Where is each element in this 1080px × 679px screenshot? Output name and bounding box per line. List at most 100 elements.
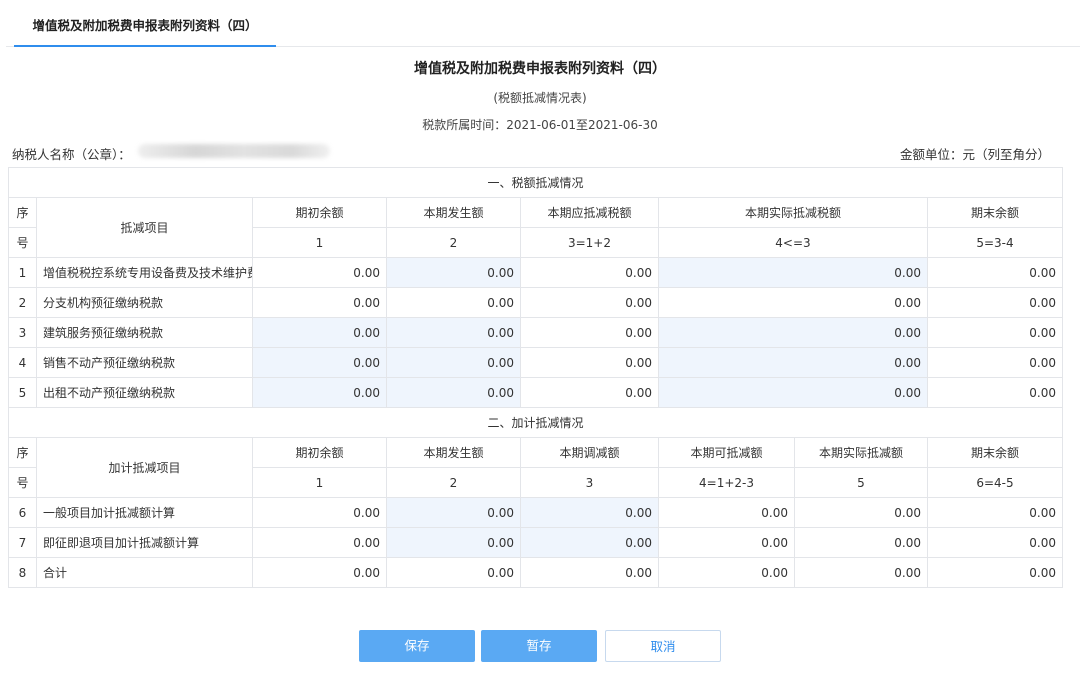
col-header: 本期可抵减额 <box>658 437 795 468</box>
col-formula: 1 <box>252 467 387 498</box>
col-header: 本期发生额 <box>386 197 521 228</box>
col-formula: 4=1+2-3 <box>658 467 795 498</box>
cell-input[interactable]: 0.00 <box>658 347 928 378</box>
temp-save-button[interactable]: 暂存 <box>481 630 597 662</box>
cell-value: 0.00 <box>926 317 1064 348</box>
cell-value: 0.00 <box>926 557 1064 588</box>
section2-title: 二、加计抵减情况 <box>7 407 1064 438</box>
cell-input[interactable]: 0.00 <box>520 527 659 558</box>
cell-value: 0.00 <box>520 257 659 288</box>
cell-input[interactable]: 0.00 <box>386 497 521 528</box>
col-formula: 3 <box>520 467 659 498</box>
table-row: 8 合计 0.00 0.00 0.00 0.00 0.00 0.00 <box>8 557 1064 588</box>
row-name: 合计 <box>36 557 253 588</box>
col-header: 本期应抵减税额 <box>520 197 659 228</box>
cell-value: 0.00 <box>794 527 928 558</box>
cell-value: 0.00 <box>520 347 659 378</box>
cell-input[interactable]: 0.00 <box>520 497 659 528</box>
row-seq: 7 <box>8 527 37 558</box>
row-seq: 1 <box>8 257 37 288</box>
cell-value: 0.00 <box>926 527 1064 558</box>
col-header: 本期实际抵减税额 <box>658 197 928 228</box>
row-name: 销售不动产预征缴纳税款 <box>36 347 253 378</box>
cell-input[interactable]: 0.00 <box>386 317 521 348</box>
save-button[interactable]: 保存 <box>359 630 475 662</box>
taxpayer-name-label: 纳税人名称（公章）： <box>12 147 131 162</box>
action-buttons: 保存 暂存 取消 <box>0 630 1080 662</box>
cell-value: 0.00 <box>386 557 521 588</box>
col-header: 期初余额 <box>252 197 387 228</box>
col-formula: 3=1+2 <box>520 227 659 258</box>
row-seq: 5 <box>8 377 37 408</box>
cell-value: 0.00 <box>658 527 795 558</box>
tax-period-value: 2021-06-01至2021-06-30 <box>506 118 658 132</box>
section1-title: 一、税额抵减情况 <box>7 167 1064 198</box>
col-header: 本期调减额 <box>520 437 659 468</box>
item-header: 加计抵减项目 <box>36 437 253 498</box>
table-row: 6 一般项目加计抵减额计算 0.00 0.00 0.00 0.00 0.00 0… <box>8 497 1064 528</box>
cell-value: 0.00 <box>252 497 387 528</box>
section2-header-row: 序 加计抵减项目 期初余额 本期发生额 本期调减额 本期可抵减额 本期实际抵减额… <box>8 437 1064 498</box>
table-row: 7 即征即退项目加计抵减额计算 0.00 0.00 0.00 0.00 0.00… <box>8 527 1064 558</box>
cell-value: 0.00 <box>252 527 387 558</box>
cell-value: 0.00 <box>926 347 1064 378</box>
cell-input[interactable]: 0.00 <box>658 257 928 288</box>
cell-value: 0.00 <box>926 257 1064 288</box>
col-header: 期末余额 <box>926 197 1064 228</box>
cell-value: 0.00 <box>252 257 387 288</box>
seq-header-top: 序 <box>8 197 37 228</box>
taxpayer-name-redacted <box>138 144 330 158</box>
cell-value: 0.00 <box>794 557 928 588</box>
cell-value: 0.00 <box>926 287 1064 318</box>
col-formula: 1 <box>252 227 387 258</box>
tax-period-label: 税款所属时间： <box>422 118 507 132</box>
cell-input[interactable]: 0.00 <box>386 347 521 378</box>
cell-input[interactable]: 0.00 <box>252 377 387 408</box>
tax-period: 税款所属时间：2021-06-01至2021-06-30 <box>0 116 1080 133</box>
cell-input[interactable]: 0.00 <box>386 257 521 288</box>
col-header: 本期实际抵减额 <box>794 437 928 468</box>
item-header: 抵减项目 <box>36 197 253 258</box>
cancel-button[interactable]: 取消 <box>605 630 721 662</box>
cell-input[interactable]: 0.00 <box>386 527 521 558</box>
cell-value: 0.00 <box>926 497 1064 528</box>
section2-title-row: 二、加计抵减情况 <box>7 407 1064 438</box>
row-name: 出租不动产预征缴纳税款 <box>36 377 253 408</box>
row-seq: 2 <box>8 287 37 318</box>
col-formula: 2 <box>386 467 521 498</box>
form-title: 增值税及附加税费申报表附列资料（四） <box>414 61 666 77</box>
row-name: 即征即退项目加计抵减额计算 <box>36 527 253 558</box>
cell-value: 0.00 <box>252 557 387 588</box>
section1-title-row: 一、税额抵减情况 <box>7 167 1064 198</box>
cell-value: 0.00 <box>794 497 928 528</box>
row-seq: 8 <box>8 557 37 588</box>
cell-value: 0.00 <box>658 287 928 318</box>
col-header: 期末余额 <box>926 437 1064 468</box>
row-name: 一般项目加计抵减额计算 <box>36 497 253 528</box>
table-row: 3 建筑服务预征缴纳税款 0.00 0.00 0.00 0.00 0.00 <box>8 317 1064 348</box>
row-name: 建筑服务预征缴纳税款 <box>36 317 253 348</box>
cell-value: 0.00 <box>520 317 659 348</box>
row-seq: 3 <box>8 317 37 348</box>
amount-unit: 金额单位：元（列至角分） <box>899 147 1050 162</box>
tab-attachment-4[interactable]: 增值税及附加税费申报表附列资料（四） <box>14 6 276 47</box>
seq-header-bottom: 号 <box>8 227 37 258</box>
cell-value: 0.00 <box>252 287 387 318</box>
cell-input[interactable]: 0.00 <box>386 377 521 408</box>
cell-input[interactable]: 0.00 <box>252 317 387 348</box>
cell-input[interactable]: 0.00 <box>658 317 928 348</box>
col-header: 本期发生额 <box>386 437 521 468</box>
cell-value: 0.00 <box>520 287 659 318</box>
seq-header-top: 序 <box>8 437 37 468</box>
cell-value: 0.00 <box>926 377 1064 408</box>
cell-value: 0.00 <box>386 287 521 318</box>
cell-value: 0.00 <box>658 557 795 588</box>
col-formula: 5 <box>794 467 928 498</box>
cell-value: 0.00 <box>520 557 659 588</box>
page: 增值税及附加税费申报表附列资料（四） 增值税及附加税费申报表附列资料（四） (税… <box>0 0 1080 679</box>
row-seq: 6 <box>8 497 37 528</box>
cell-input[interactable]: 0.00 <box>252 347 387 378</box>
cell-input[interactable]: 0.00 <box>658 377 928 408</box>
row-name: 分支机构预征缴纳税款 <box>36 287 253 318</box>
table-row: 2 分支机构预征缴纳税款 0.00 0.00 0.00 0.00 0.00 <box>8 287 1064 318</box>
